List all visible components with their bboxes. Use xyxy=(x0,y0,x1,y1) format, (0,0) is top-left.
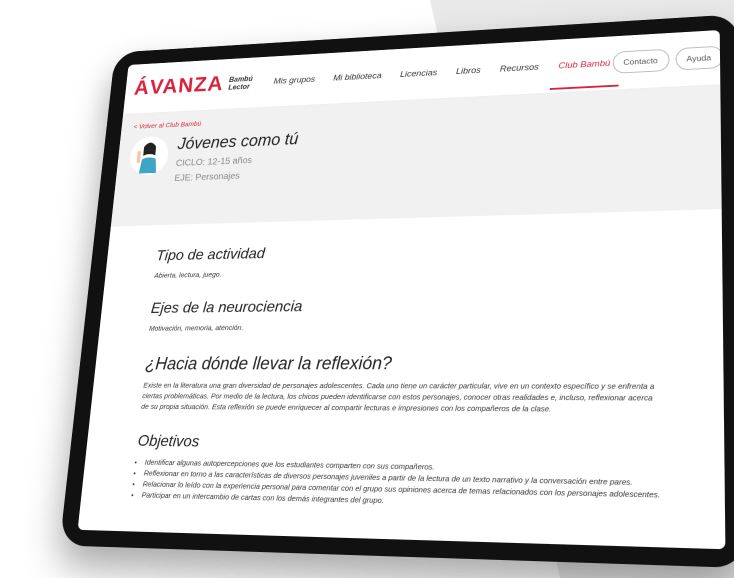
character-illustration-icon xyxy=(128,135,171,176)
section-objetivos: Objetivos Identificar algunas autopercep… xyxy=(132,433,662,513)
reflexion-body: Existe en la literatura una gran diversi… xyxy=(140,380,655,414)
activity-meta: Jóvenes como tú CICLO: 12-15 años EJE: P… xyxy=(174,130,299,184)
section-tipo: Tipo de actividad Abierta, lectura, jueg… xyxy=(154,236,662,280)
help-button[interactable]: Ayuda xyxy=(675,45,723,71)
objetivos-list: Identificar algunas autopercepciones que… xyxy=(132,457,662,513)
objetivos-title: Objetivos xyxy=(136,433,200,451)
nav-club-bambu[interactable]: Club Bambú xyxy=(556,40,613,90)
nav-mi-biblioteca[interactable]: Mi biblioteca xyxy=(330,53,385,101)
tablet-screen: ÁVANZA Bambú Lector Mis grupos Mi biblio… xyxy=(77,30,726,550)
section-ejes: Ejes de la neurociencia Motivación, memo… xyxy=(149,294,663,334)
header-actions: Contacto Ayuda EP xyxy=(612,44,725,74)
nav-mis-grupos[interactable]: Mis grupos xyxy=(270,57,318,104)
nav-licencias[interactable]: Licencias xyxy=(397,50,440,98)
activity-content: Tipo de actividad Abierta, lectura, jueg… xyxy=(81,209,725,514)
ejes-body: Motivación, memoria, atención. xyxy=(148,323,244,333)
brand-logo[interactable]: ÁVANZA Bambú Lector xyxy=(133,70,253,100)
ciclo-label: CICLO: 12-15 años xyxy=(175,155,253,169)
brand-name: ÁVANZA xyxy=(133,72,225,100)
tipo-title: Tipo de actividad xyxy=(155,245,266,265)
eje-label: EJE: Personajes xyxy=(173,171,241,184)
tipo-body: Abierta, lectura, juego. xyxy=(153,270,222,280)
page-title: Jóvenes como tú xyxy=(177,129,300,153)
brand-subtitle: Bambú Lector xyxy=(228,75,253,92)
reflexion-title: ¿Hacia dónde llevar la reflexión? xyxy=(144,353,393,374)
brand-sub-2: Lector xyxy=(227,82,251,92)
section-reflexion: ¿Hacia dónde llevar la reflexión? Existe… xyxy=(141,352,662,415)
tablet-device: ÁVANZA Bambú Lector Mis grupos Mi biblio… xyxy=(59,14,734,569)
nav-recursos[interactable]: Recursos xyxy=(497,44,541,92)
ejes-title: Ejes de la neurociencia xyxy=(150,298,303,317)
nav-libros[interactable]: Libros xyxy=(453,47,483,94)
contact-button[interactable]: Contacto xyxy=(612,48,670,74)
